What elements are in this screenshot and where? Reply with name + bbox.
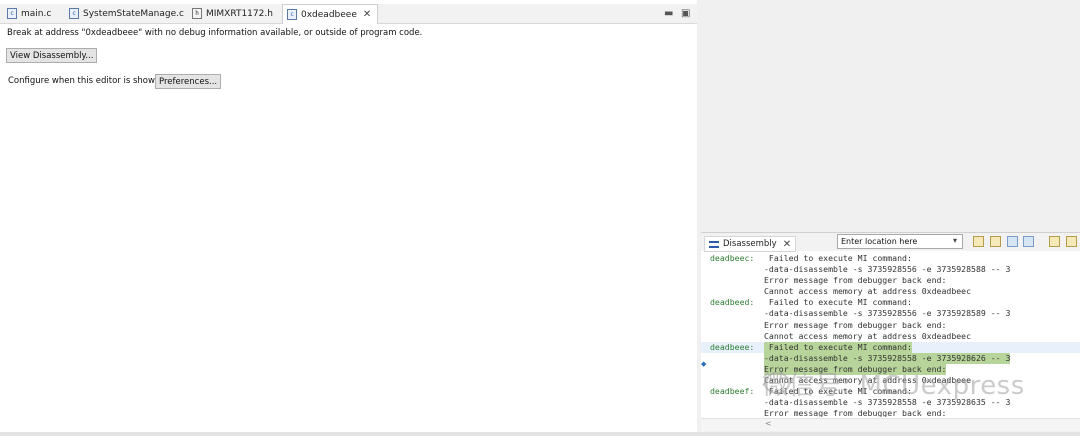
disassembly-title: Disassembly (723, 239, 777, 249)
instruction-text: Failed to execute MI command: (764, 341, 912, 353)
chevron-down-icon[interactable]: ▾ (953, 236, 957, 245)
address-label: deadbeed: (710, 297, 755, 308)
instruction-text: -data-disassemble -s 3735928556 -e 37359… (764, 264, 1011, 275)
scroll-left-icon[interactable]: < (765, 419, 772, 428)
disassembly-line[interactable]: deadbeec: Failed to execute MI command: (701, 253, 1080, 264)
show-source-icon[interactable] (1023, 236, 1034, 247)
home-icon[interactable] (990, 236, 1001, 247)
disassembly-line[interactable]: -data-disassemble -s 3735928556 -e 37359… (701, 264, 1080, 275)
tab-label: SystemStateManage.c (83, 8, 184, 19)
preferences-button[interactable]: Preferences... (155, 74, 222, 89)
watermark: 微信号: MCUexpress (762, 365, 1025, 402)
goto-pc-icon[interactable] (973, 236, 984, 247)
c-file-icon: c (7, 8, 17, 19)
disassembly-line[interactable]: Error message from debugger back end: (701, 408, 1080, 417)
break-message: Break at address "0xdeadbeee" with no de… (7, 28, 423, 38)
instruction-text: -data-disassemble -s 3735928556 -e 37359… (764, 308, 1011, 319)
minimize-icon[interactable]: ▬ (664, 8, 673, 20)
c-file-icon: c (69, 8, 79, 19)
close-icon[interactable]: ✕ (783, 239, 791, 250)
disassembly-line[interactable]: Error message from debugger back end: (701, 320, 1080, 331)
disassembly-line[interactable]: -data-disassemble -s 3735928556 -e 37359… (701, 308, 1080, 319)
tab-mimxrt1172-h[interactable]: h MIMXRT1172.h (192, 4, 273, 23)
instruction-text: Error message from debugger back end: (764, 408, 947, 417)
watermark-text: 微信号: MCUexpress (762, 371, 1025, 401)
tab-label: MIMXRT1172.h (206, 8, 273, 19)
editor-area: c main.c c SystemStateManage.c h MIMXRT1… (0, 0, 697, 432)
disassembly-line[interactable]: deadbeee: Failed to execute MI command: (701, 341, 1080, 353)
instruction-text: Error message from debugger back end: (764, 319, 947, 330)
location-input[interactable] (837, 234, 963, 249)
status-bar (0, 432, 1080, 436)
c-file-icon: c (287, 9, 297, 20)
configure-label: Configure when this editor is shown (8, 76, 161, 86)
instruction-text: Failed to execute MI command: (764, 297, 912, 308)
disassembly-line[interactable]: deadbeed: Failed to execute MI command: (701, 297, 1080, 308)
instruction-text: Error message from debugger back end: (764, 275, 947, 286)
close-icon[interactable]: ✕ (363, 9, 371, 20)
pin-icon[interactable] (1066, 236, 1077, 247)
h-file-icon: h (192, 8, 202, 19)
tab-label: 0xdeadbeee (301, 9, 357, 20)
tab-main-c[interactable]: c main.c (7, 4, 51, 23)
empty-view-area (701, 0, 1080, 228)
disassembly-line[interactable]: -data-disassemble -s 3735928558 -e 37359… (701, 352, 1080, 364)
disassembly-line[interactable]: Cannot access memory at address 0xdeadbe… (701, 286, 1080, 297)
instruction-text: -data-disassemble -s 3735928558 -e 37359… (764, 352, 1011, 364)
disassembly-toolbar: Disassembly ✕ ▾ (701, 233, 1080, 252)
instruction-text: Cannot access memory at address 0xdeadbe… (764, 330, 972, 341)
disassembly-line[interactable]: Error message from debugger back end: (701, 275, 1080, 286)
disassembly-line[interactable]: Cannot access memory at address 0xdeadbe… (701, 331, 1080, 342)
disassembly-tab[interactable]: Disassembly ✕ (704, 236, 797, 252)
new-view-icon[interactable] (1049, 236, 1060, 247)
link-with-editor-icon[interactable] (1007, 236, 1018, 247)
address-label: deadbeef: (710, 386, 755, 397)
tab-label: main.c (21, 8, 52, 19)
address-label: deadbeec: (710, 253, 755, 263)
tab-0xdeadbeee[interactable]: c 0xdeadbeee ✕ (282, 4, 379, 24)
horizontal-scrollbar[interactable]: < (701, 418, 1080, 431)
current-line-marker-icon: ◆ (701, 360, 707, 368)
instruction-text: Failed to execute MI command: (764, 253, 912, 263)
view-disassembly-button[interactable]: View Disassembly... (6, 48, 98, 63)
address-label: deadbeee: (710, 341, 755, 352)
maximize-icon[interactable]: ▣ (681, 8, 690, 20)
editor-tab-bar: c main.c c SystemStateManage.c h MIMXRT1… (0, 4, 697, 24)
tab-systemstatemanage-c[interactable]: c SystemStateManage.c (69, 4, 184, 23)
disassembly-icon (709, 240, 719, 248)
instruction-text: Cannot access memory at address 0xdeadbe… (764, 286, 972, 297)
